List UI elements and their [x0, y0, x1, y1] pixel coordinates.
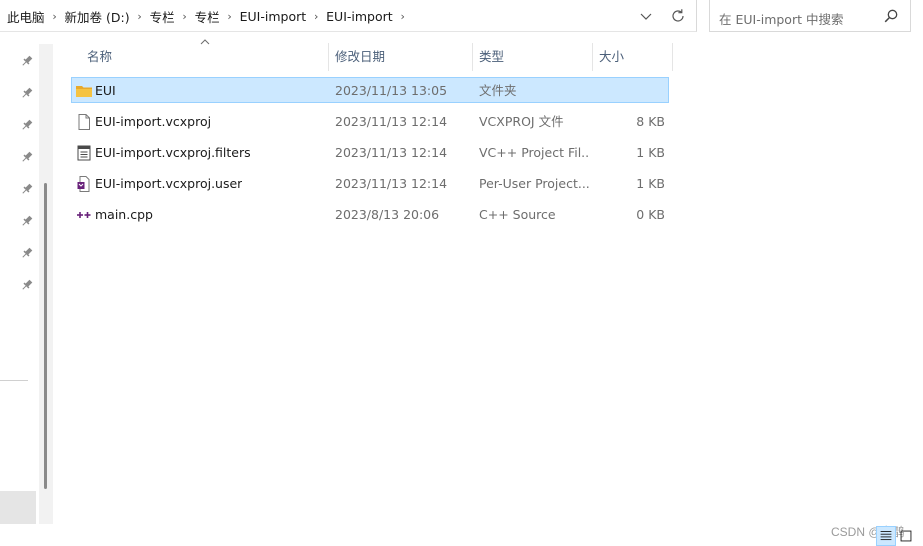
breadcrumb-column-2[interactable]: 专栏 [195, 7, 220, 26]
chevron-right-icon[interactable]: › [175, 10, 195, 23]
breadcrumb-drive-d[interactable]: 新加卷 (D:) [65, 7, 130, 26]
search-input[interactable]: 在 EUI-import 中搜索 [719, 9, 843, 28]
pin-icon[interactable] [20, 54, 34, 68]
file-type: Per-User Project... [479, 176, 589, 191]
chevron-right-icon[interactable]: › [220, 10, 240, 23]
pin-icon[interactable] [20, 86, 34, 100]
folder-icon [76, 86, 92, 97]
file-name: main.cpp [95, 207, 153, 222]
pin-icon[interactable] [20, 118, 34, 132]
breadcrumb-this-pc[interactable]: 此电脑 [7, 7, 45, 26]
file-name: EUI-import.vcxproj.filters [95, 145, 251, 160]
nav-divider [0, 380, 28, 381]
file-name: EUI [95, 83, 116, 98]
pin-icon[interactable] [20, 246, 34, 260]
search-icon[interactable] [883, 8, 899, 24]
file-name: EUI-import.vcxproj [95, 114, 212, 129]
column-divider[interactable] [672, 43, 673, 71]
file-date: 2023/11/13 12:14 [335, 145, 448, 160]
filters-file-icon [77, 145, 91, 161]
pin-icon[interactable] [20, 214, 34, 228]
sort-ascending-icon [200, 39, 210, 45]
file-row[interactable]: EUI-import.vcxproj 2023/11/13 12:14 VCXP… [71, 108, 669, 134]
file-type: 文件夹 [479, 83, 517, 98]
chevron-right-icon[interactable]: › [130, 10, 150, 23]
column-header-type[interactable]: 类型 [472, 40, 504, 74]
chevron-right-icon[interactable]: › [45, 10, 65, 23]
file-size: 0 KB [636, 207, 665, 222]
breadcrumb: 此电脑 › 新加卷 (D:) › 专栏 › 专栏 › EUI-import › … [7, 7, 413, 26]
file-size: 8 KB [636, 114, 665, 129]
document-icon [78, 114, 90, 130]
file-date: 2023/11/13 12:14 [335, 114, 448, 129]
file-list[interactable]: 名称 修改日期 类型 大小 EUI 2023/11/13 13:05 文件夹 E… [60, 39, 923, 520]
column-header-size[interactable]: 大小 [592, 40, 624, 74]
details-view-icon[interactable] [876, 526, 896, 546]
file-name: EUI-import.vcxproj.user [95, 176, 243, 191]
cpp-file-icon [77, 212, 91, 218]
nav-scrollbar-thumb[interactable] [44, 183, 47, 489]
file-size: 1 KB [636, 145, 665, 160]
chevron-right-icon[interactable]: › [306, 10, 326, 23]
breadcrumb-column-1[interactable]: 专栏 [150, 7, 175, 26]
large-icons-view-icon[interactable] [896, 526, 916, 546]
file-row[interactable]: EUI-import.vcxproj.user 2023/11/13 12:14… [71, 170, 669, 196]
file-type: C++ Source [479, 207, 556, 222]
file-date: 2023/11/13 13:05 [335, 83, 448, 98]
chevron-down-icon[interactable] [636, 6, 656, 26]
vs-user-file-icon [77, 176, 90, 192]
file-size: 1 KB [636, 176, 665, 191]
refresh-icon[interactable] [668, 6, 688, 26]
file-type: VC++ Project Fil... [479, 145, 589, 160]
column-header-date[interactable]: 修改日期 [328, 40, 385, 74]
chevron-right-icon[interactable]: › [393, 10, 413, 23]
nav-selected-item[interactable] [0, 491, 36, 524]
file-row[interactable]: main.cpp 2023/8/13 20:06 C++ Source 0 KB [71, 201, 669, 227]
file-type: VCXPROJ 文件 [479, 114, 564, 129]
search-box[interactable]: 在 EUI-import 中搜索 [709, 0, 911, 32]
breadcrumb-eui-import-1[interactable]: EUI-import [240, 9, 307, 24]
pin-icon[interactable] [20, 150, 34, 164]
file-row[interactable]: EUI-import.vcxproj.filters 2023/11/13 12… [71, 139, 669, 165]
pin-icon[interactable] [20, 278, 34, 292]
file-date: 2023/11/13 12:14 [335, 176, 448, 191]
view-toggle [876, 526, 920, 546]
column-headers: 名称 修改日期 类型 大小 [60, 39, 674, 74]
file-date: 2023/8/13 20:06 [335, 207, 440, 222]
file-row[interactable]: EUI 2023/11/13 13:05 文件夹 [71, 77, 669, 103]
breadcrumb-eui-import-2[interactable]: EUI-import [326, 9, 393, 24]
address-bar[interactable]: 此电脑 › 新加卷 (D:) › 专栏 › 专栏 › EUI-import › … [0, 0, 697, 32]
column-header-name[interactable]: 名称 [80, 40, 112, 74]
pin-icon[interactable] [20, 182, 34, 196]
